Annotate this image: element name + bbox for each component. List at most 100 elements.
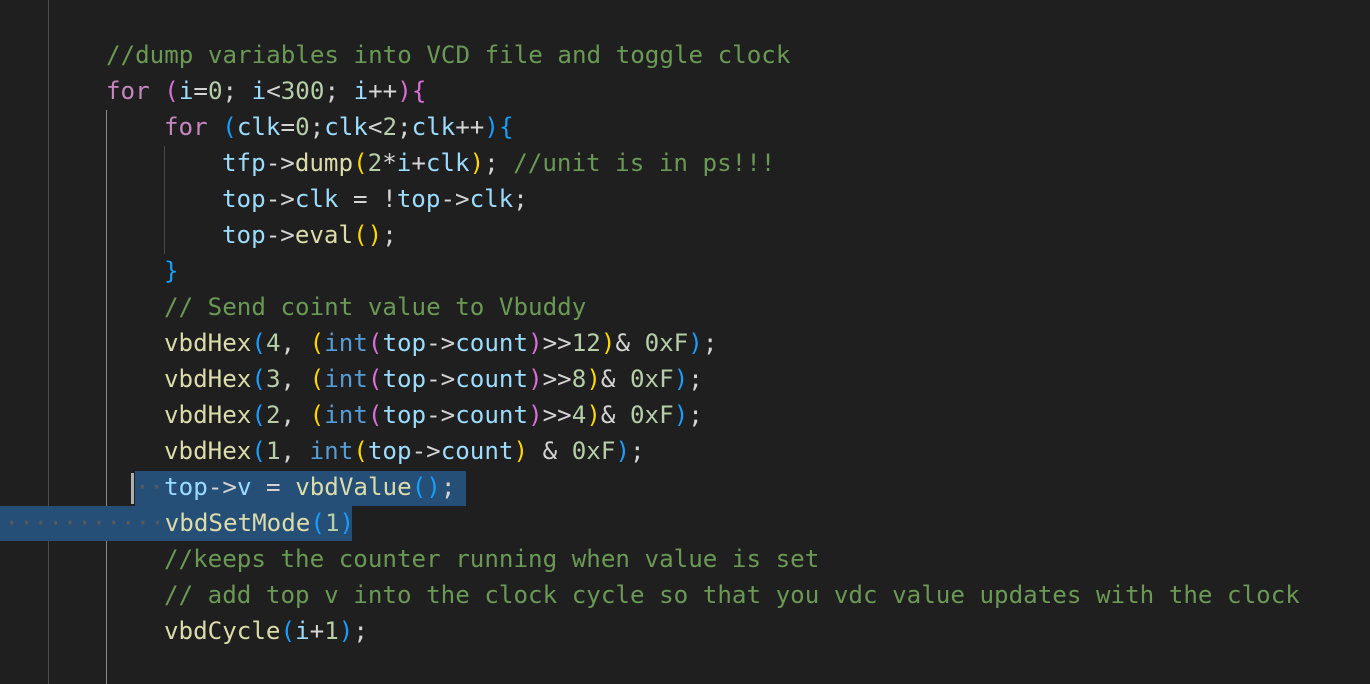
- operator-token: ->: [207, 473, 237, 501]
- type-token: int: [324, 365, 368, 393]
- operator-token: ++: [368, 77, 398, 105]
- operator-token: <: [266, 77, 281, 105]
- operator-token: &: [615, 329, 645, 357]
- number-token: 0xF: [630, 401, 674, 429]
- code-line[interactable]: vbdHex(1, int(top->count) & 0xF);: [164, 433, 645, 469]
- bracket-token: (: [367, 329, 383, 357]
- bracket-token: (: [164, 77, 179, 105]
- operator-token: ;: [688, 401, 703, 429]
- operator-token: ;: [702, 329, 718, 357]
- operator-token: ->: [426, 329, 456, 357]
- bracket-token: ): [513, 437, 529, 465]
- variable-token: i: [178, 77, 194, 105]
- bracket-token: ): [397, 77, 412, 105]
- variable-token: top: [396, 185, 441, 213]
- code-line[interactable]: vbdHex(2, (int(top->count)>>4)& 0xF);: [164, 397, 703, 433]
- code-line[interactable]: ············vbdSetMode(1): [0, 505, 354, 541]
- code-line[interactable]: }: [164, 253, 179, 289]
- variable-token: top: [367, 437, 412, 465]
- code-line[interactable]: // add top v into the clock cycle so tha…: [164, 577, 1300, 613]
- function-token: vbdHex: [164, 401, 252, 429]
- operator-token: ,: [280, 401, 310, 429]
- bracket-token: ): [528, 329, 543, 357]
- operator-token: >>: [542, 401, 572, 429]
- function-token: vbdSetMode: [164, 509, 311, 537]
- variable-token: clk: [469, 185, 514, 213]
- number-token: 3: [265, 365, 281, 393]
- operator-token: ->: [440, 185, 470, 213]
- operator-token: ;: [382, 221, 397, 249]
- bracket-token: (: [309, 401, 325, 429]
- comment-token: //unit is in ps!!!: [513, 149, 776, 177]
- operator-token: =: [193, 77, 208, 105]
- code-line[interactable]: for (clk=0;clk<2;clk++){: [164, 109, 514, 145]
- variable-token: i: [396, 149, 412, 177]
- code-line[interactable]: top->clk = !top->clk;: [222, 181, 528, 217]
- operator-token: ->: [265, 149, 295, 177]
- operator-token: ++: [455, 113, 485, 141]
- text-cursor: [131, 473, 134, 504]
- number-token: 2: [265, 401, 281, 429]
- code-line[interactable]: ··top->v = vbdValue();: [135, 469, 455, 505]
- variable-token: i: [353, 77, 369, 105]
- bracket-token: (: [353, 221, 368, 249]
- function-token: vbdCycle: [164, 617, 281, 645]
- bracket-token: ): [528, 365, 543, 393]
- operator-token: ;: [688, 365, 703, 393]
- variable-token: clk: [425, 149, 470, 177]
- code-line[interactable]: for (i=0; i<300; i++){: [106, 73, 426, 109]
- comment-token: // add top v into the clock cycle so tha…: [164, 581, 1300, 609]
- function-token: vbdHex: [164, 329, 252, 357]
- bracket-token: ): [586, 365, 601, 393]
- code-editor[interactable]: //dump variables into VCD file and toggl…: [0, 0, 1370, 684]
- operator-token: ;: [484, 149, 514, 177]
- function-token: dump: [294, 149, 354, 177]
- bracket-token: ): [338, 617, 354, 645]
- bracket-token: {: [411, 77, 427, 105]
- code-line[interactable]: // Send coint value to Vbuddy: [164, 289, 586, 325]
- number-token: 4: [571, 401, 587, 429]
- bracket-token: ): [528, 401, 543, 429]
- variable-token: count: [440, 437, 514, 465]
- operator-token: ;: [309, 113, 325, 141]
- number-token: 0xF: [630, 365, 674, 393]
- operator-token: +: [411, 149, 426, 177]
- operator-token: ;: [324, 77, 354, 105]
- number-token: 1: [324, 509, 340, 537]
- operator-token: ,: [280, 329, 310, 357]
- number-token: 12: [571, 329, 601, 357]
- code-line[interactable]: vbdHex(4, (int(top->count)>>12)& 0xF);: [164, 325, 717, 361]
- code-line[interactable]: vbdCycle(i+1);: [164, 613, 368, 649]
- bracket-token: ): [586, 401, 601, 429]
- number-token: 0: [295, 113, 310, 141]
- code-line[interactable]: vbdHex(3, (int(top->count)>>8)& 0xF);: [164, 361, 703, 397]
- code-line[interactable]: top->eval();: [222, 217, 397, 253]
- bracket-token: ): [339, 509, 355, 537]
- operator-token: ;: [397, 113, 412, 141]
- operator-token: ->: [265, 185, 295, 213]
- operator-token: &: [600, 365, 630, 393]
- number-token: 2: [367, 149, 383, 177]
- bracket-token: (: [251, 437, 266, 465]
- code-line[interactable]: tfp->dump(2*i+clk); //unit is in ps!!!: [222, 145, 775, 181]
- code-line[interactable]: //keeps the counter running when value i…: [164, 541, 819, 577]
- variable-token: top: [382, 329, 427, 357]
- code-line[interactable]: //dump variables into VCD file and toggl…: [106, 37, 790, 73]
- bracket-token: ): [615, 437, 630, 465]
- bracket-token: (: [280, 617, 296, 645]
- comment-token: // Send coint value to Vbuddy: [164, 293, 587, 321]
- variable-token: clk: [324, 113, 368, 141]
- bracket-token: (: [251, 365, 266, 393]
- bracket-token: {: [498, 113, 514, 141]
- comment-token: //keeps the counter running when value i…: [164, 545, 820, 573]
- operator-token: <: [367, 113, 383, 141]
- bracket-token: ): [673, 401, 689, 429]
- operator-token: ;: [630, 437, 645, 465]
- type-token: int: [324, 329, 368, 357]
- number-token: 1: [324, 617, 339, 645]
- operator-token: >>: [542, 329, 572, 357]
- bracket-token: ): [688, 329, 703, 357]
- number-token: 0xF: [571, 437, 616, 465]
- bracket-token: ): [673, 365, 689, 393]
- bracket-token: (: [353, 437, 368, 465]
